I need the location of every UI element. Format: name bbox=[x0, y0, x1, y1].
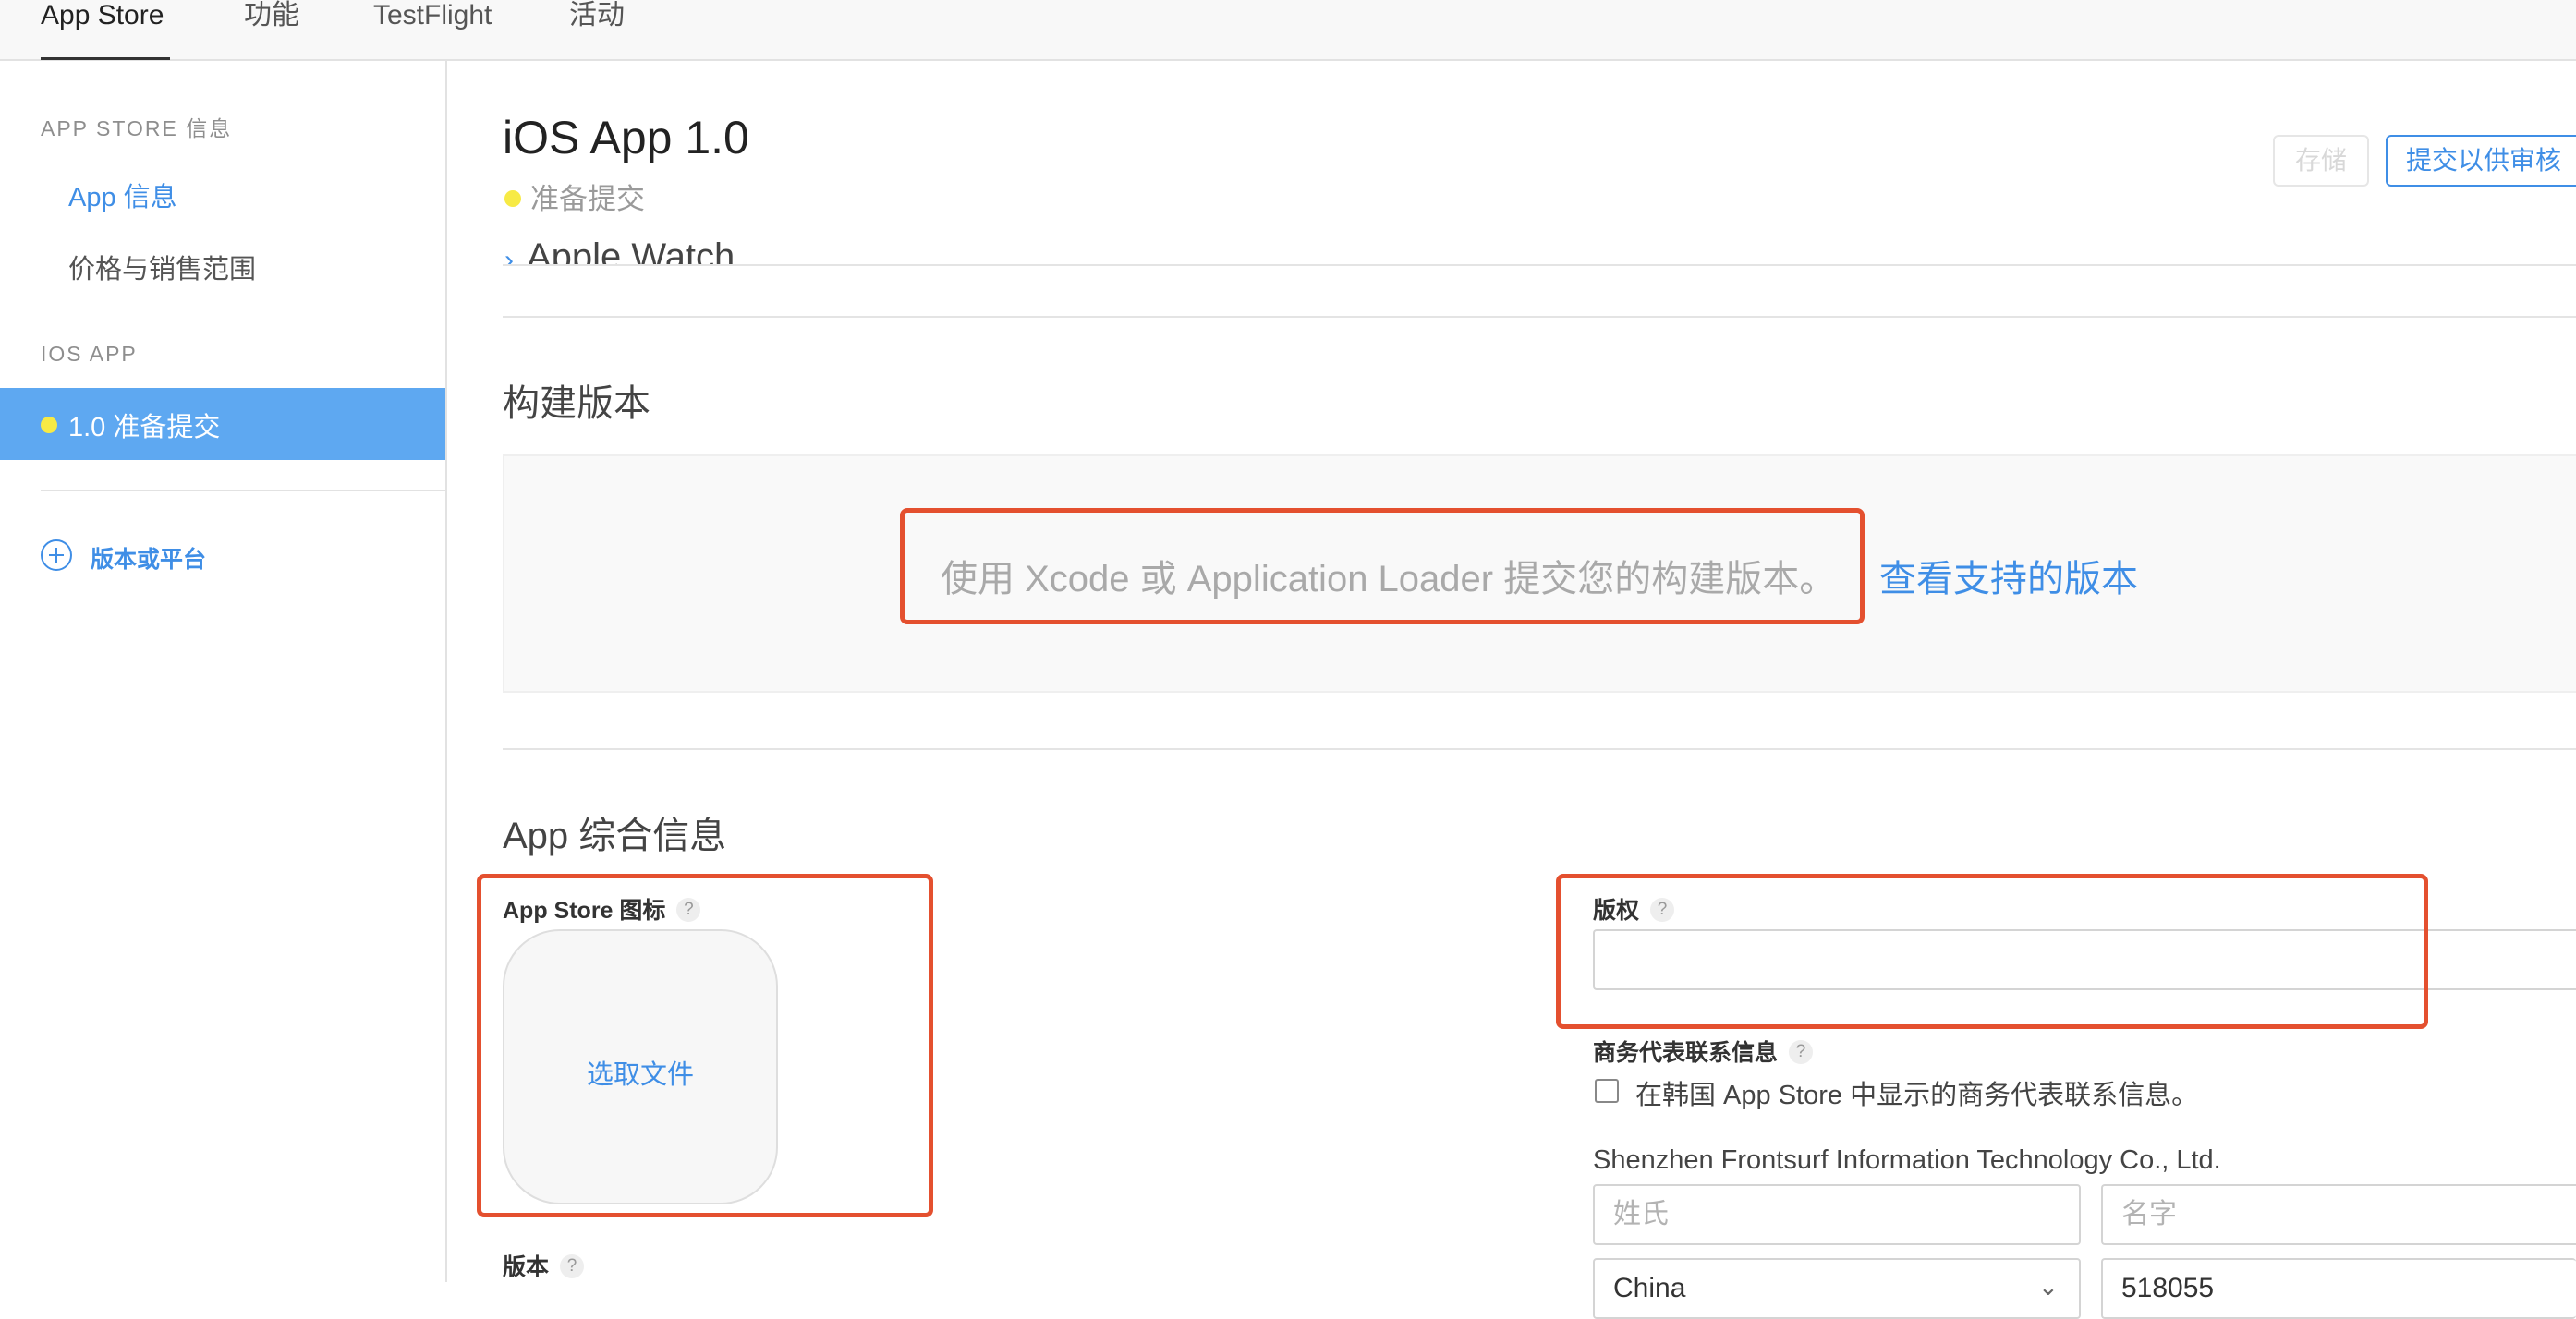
korea-contact-checkbox-label: 在韩国 App Store 中显示的商务代表联系信息。 bbox=[1635, 1081, 2199, 1110]
sidebar-item-pricing[interactable]: 价格与销售范围 bbox=[68, 248, 256, 286]
tab-testflight[interactable]: TestFlight bbox=[373, 0, 492, 31]
business-rep-label: 商务代表联系信息? bbox=[1593, 1035, 1814, 1068]
top-nav: App Store 功能 TestFlight 活动 bbox=[0, 0, 2576, 61]
sidebar-section-store-info: APP STORE 信息 bbox=[41, 116, 233, 140]
help-icon[interactable]: ? bbox=[560, 1254, 585, 1279]
sidebar-divider bbox=[41, 490, 445, 491]
version-label: 版本? bbox=[503, 1249, 585, 1282]
active-tab-indicator bbox=[41, 57, 170, 60]
highlight-box-build bbox=[900, 508, 1865, 624]
section-divider bbox=[503, 748, 2576, 750]
section-divider bbox=[503, 316, 2576, 318]
status-dot-icon bbox=[41, 417, 57, 433]
tab-activity[interactable]: 活动 bbox=[569, 0, 625, 31]
apple-watch-label: Apple Watch bbox=[527, 236, 735, 264]
first-name-input[interactable]: 名字 bbox=[2101, 1184, 2576, 1245]
tab-app-store[interactable]: App Store bbox=[41, 0, 164, 31]
sidebar-item-app-info[interactable]: App 信息 bbox=[68, 175, 177, 214]
plus-circle-icon bbox=[41, 539, 72, 571]
header-divider bbox=[503, 264, 2576, 266]
submit-for-review-button[interactable]: 提交以供审核 bbox=[2386, 135, 2576, 187]
build-section-title: 构建版本 bbox=[503, 383, 650, 424]
status-dot-icon bbox=[504, 189, 521, 207]
status-line: 准备提交 bbox=[504, 175, 645, 217]
sidebar: APP STORE 信息 App 信息 价格与销售范围 IOS APP 1.0 … bbox=[0, 61, 447, 1282]
business-rep-label-text: 商务代表联系信息 bbox=[1593, 1040, 1779, 1066]
status-text: 准备提交 bbox=[530, 183, 645, 215]
apple-watch-section[interactable]: › Apple Watch bbox=[504, 236, 735, 264]
supported-versions-link[interactable]: 查看支持的版本 bbox=[1879, 549, 2138, 602]
sidebar-item-version-1-0[interactable]: 1.0 准备提交 bbox=[0, 388, 445, 460]
help-icon[interactable]: ? bbox=[1789, 1040, 1814, 1065]
add-version-label: 版本或平台 bbox=[91, 547, 207, 573]
version-label-text: 版本 bbox=[503, 1254, 550, 1280]
company-name: Shenzhen Frontsurf Information Technolog… bbox=[1593, 1145, 2221, 1175]
page-title: iOS App 1.0 bbox=[503, 112, 749, 163]
highlight-box-icon bbox=[477, 874, 933, 1217]
general-section-title: App 综合信息 bbox=[503, 816, 727, 856]
korea-contact-checkbox[interactable] bbox=[1595, 1079, 1619, 1103]
highlight-box-copyright bbox=[1556, 874, 2428, 1029]
tab-features[interactable]: 功能 bbox=[244, 0, 299, 31]
chevron-right-icon: › bbox=[504, 245, 514, 264]
country-value: China bbox=[1613, 1273, 1686, 1303]
country-select[interactable]: China ⌄ bbox=[1593, 1258, 2081, 1319]
sidebar-item-version-label: 1.0 准备提交 bbox=[68, 413, 221, 442]
save-button[interactable]: 存储 bbox=[2273, 135, 2369, 187]
sidebar-section-ios-app: IOS APP bbox=[41, 342, 138, 366]
last-name-input[interactable]: 姓氏 bbox=[1593, 1184, 2081, 1245]
chevron-down-icon: ⌄ bbox=[2038, 1273, 2059, 1301]
postal-code-input[interactable]: 518055 bbox=[2101, 1258, 2576, 1319]
